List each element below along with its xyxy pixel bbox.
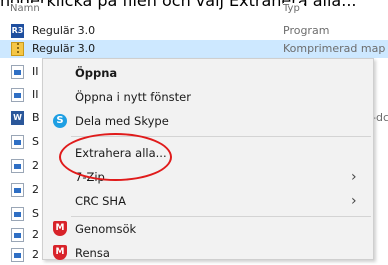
file-name: 2 — [32, 248, 39, 261]
mcafee-shield-icon: M — [53, 245, 67, 260]
file-name: 2 — [32, 183, 39, 196]
menu-item-label: Genomsök — [75, 222, 137, 236]
menu-item-share-skype[interactable]: S Dela med Skype — [43, 109, 373, 133]
menu-item-label: Öppna i nytt fönster — [75, 90, 191, 104]
word-document-icon: W — [11, 111, 24, 125]
zip-folder-icon — [11, 42, 24, 56]
menu-item-open[interactable]: Öppna — [43, 61, 373, 85]
column-header-type[interactable]: Typ — [283, 3, 304, 14]
mcafee-shield-icon: M — [53, 221, 67, 236]
file-name: Regulär 3.0 — [32, 24, 96, 37]
file-name: II — [32, 88, 39, 101]
document-icon — [11, 135, 24, 149]
instruction-text: högerklicka på filen och välj Extrahera … — [0, 0, 357, 10]
menu-item-clean[interactable]: M Rensa — [43, 241, 373, 265]
file-name: 2 — [32, 159, 39, 172]
file-name: 2 — [32, 228, 39, 241]
file-name: Regulär 3.0 — [32, 42, 96, 55]
highlight-circle — [59, 133, 172, 181]
menu-item-label: Öppna — [75, 66, 118, 80]
file-name: S — [32, 135, 39, 148]
chevron-right-icon: › — [351, 169, 357, 185]
document-icon — [11, 228, 24, 242]
menu-item-open-new-window[interactable]: Öppna i nytt fönster — [43, 85, 373, 109]
r3-app-icon: R3 — [11, 24, 24, 38]
document-icon — [11, 88, 24, 102]
file-row[interactable]: R3 Regulär 3.0 Program — [0, 22, 388, 40]
menu-item-label: CRC SHA — [75, 194, 126, 208]
skype-icon: S — [53, 114, 67, 128]
menu-item-label: Dela med Skype — [75, 114, 169, 128]
menu-item-scan[interactable]: M Genomsök — [43, 217, 373, 241]
menu-item-crc-sha[interactable]: CRC SHA › — [43, 189, 373, 213]
chevron-right-icon: › — [351, 193, 357, 209]
document-icon — [11, 159, 24, 173]
document-icon — [11, 248, 24, 262]
file-name: II — [32, 65, 39, 78]
file-type: -dc — [372, 111, 388, 124]
file-type: Komprimerad map — [283, 42, 386, 55]
file-row-selected[interactable]: Regulär 3.0 Komprimerad map — [0, 40, 388, 58]
document-icon — [11, 183, 24, 197]
document-icon — [11, 65, 24, 79]
document-icon — [11, 207, 24, 221]
file-name: B — [32, 111, 40, 124]
column-header-name[interactable]: Namn — [10, 3, 44, 14]
file-type: Program — [283, 24, 330, 37]
menu-item-label: Rensa — [75, 246, 110, 260]
file-name: S — [32, 207, 39, 220]
